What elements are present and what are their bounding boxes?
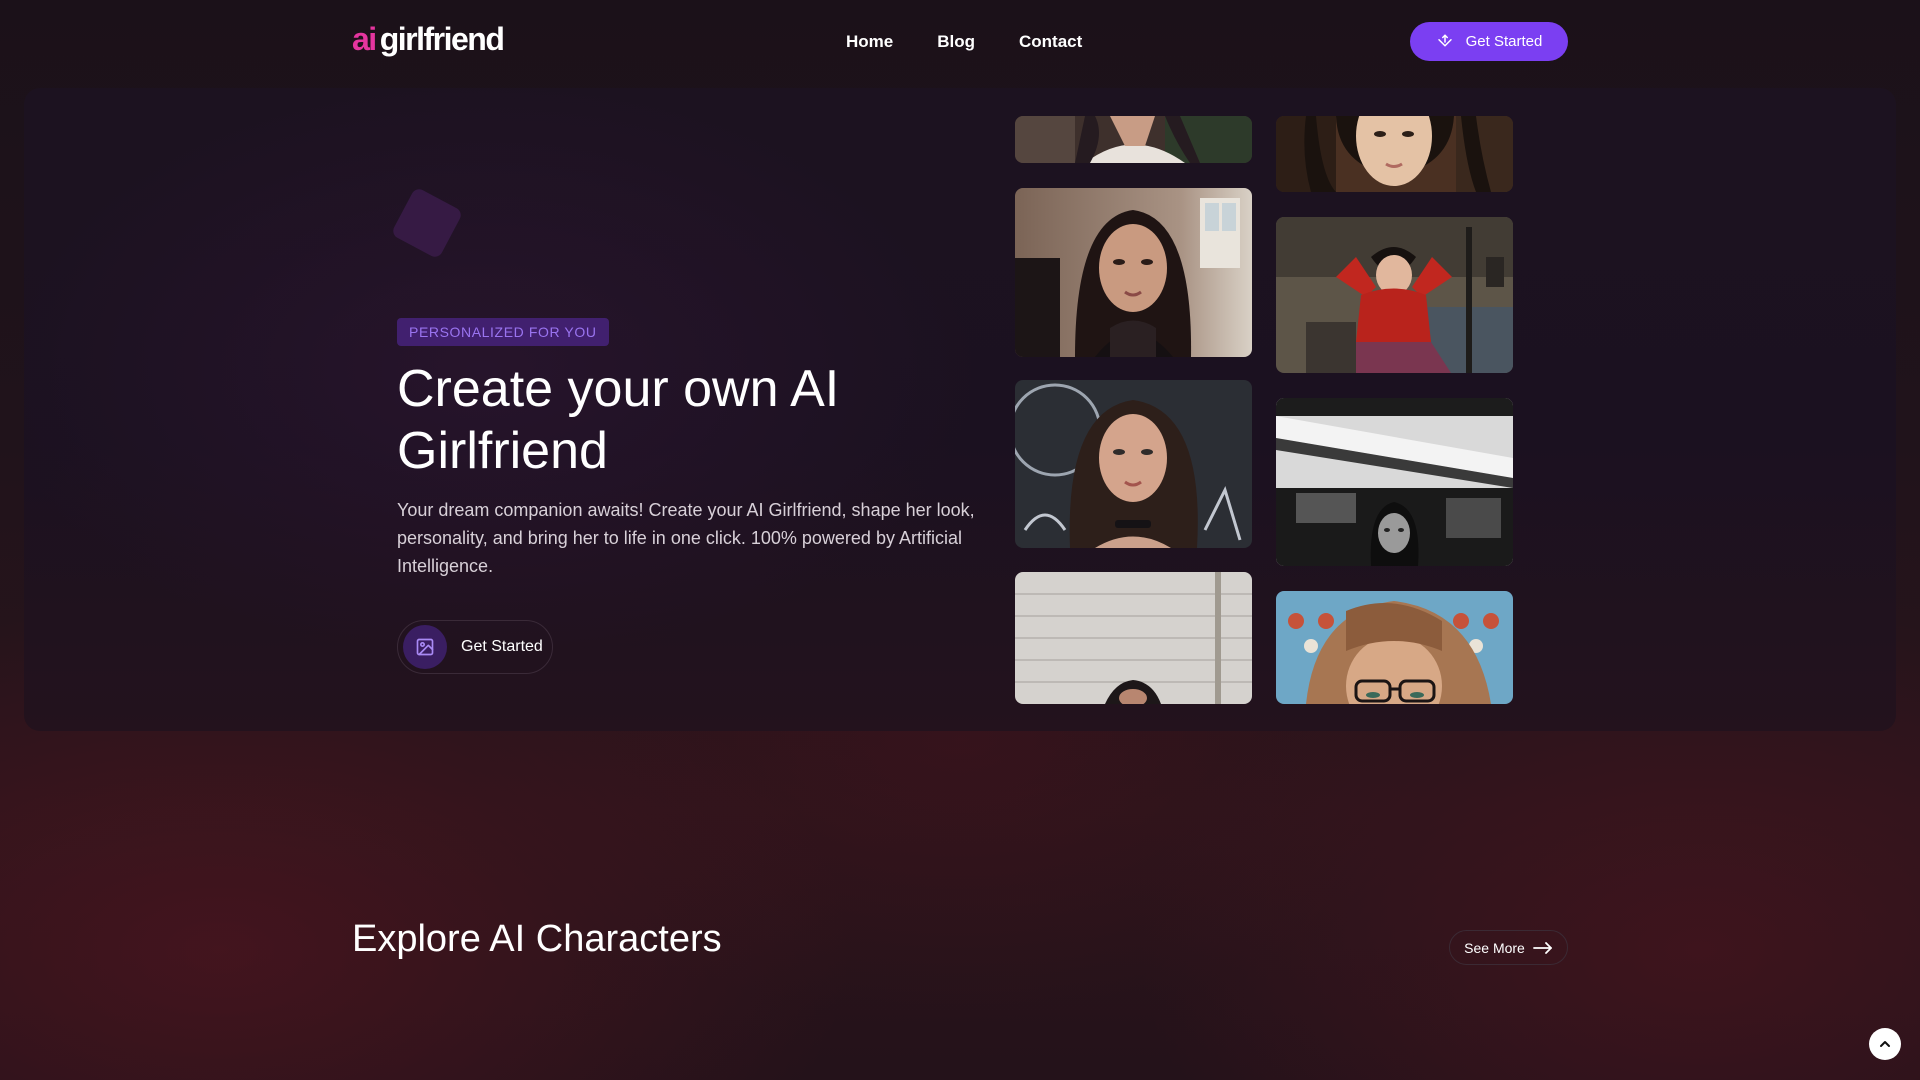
- hero-cta-icon-wrap: [403, 625, 447, 669]
- photo-woman-black-white[interactable]: [1276, 398, 1513, 566]
- photo-woman-neon-background[interactable]: [1015, 380, 1252, 548]
- nav-contact[interactable]: Contact: [1019, 32, 1082, 52]
- photo-woman-white-top[interactable]: [1015, 116, 1252, 163]
- arrow-right-icon: [1532, 941, 1552, 954]
- site-header: ai girlfriend Home Blog Contact Get Star…: [0, 0, 1920, 86]
- main-nav: Home Blog Contact: [846, 28, 1082, 56]
- explore-section-title: Explore AI Characters: [352, 918, 722, 960]
- image-icon: [416, 638, 434, 656]
- photo-woman-white-brick-wall[interactable]: [1015, 572, 1252, 704]
- hero-description: Your dream companion awaits! Create your…: [397, 500, 975, 576]
- photo-woman-glasses[interactable]: [1276, 591, 1513, 704]
- nav-blog[interactable]: Blog: [937, 32, 975, 52]
- photo-woman-dark-hair-lace[interactable]: [1015, 188, 1252, 357]
- header-get-started-button[interactable]: Get Started: [1410, 22, 1568, 61]
- diamond-arrow-icon: [1437, 34, 1452, 46]
- scroll-to-top-button[interactable]: [1869, 1028, 1901, 1060]
- photo-woman-red-jacket[interactable]: [1276, 217, 1513, 373]
- logo-name: girlfriend: [379, 21, 505, 57]
- site-logo[interactable]: ai girlfriend: [352, 20, 505, 58]
- photo-woman-restaurant[interactable]: [1276, 116, 1513, 192]
- see-more-button[interactable]: See More: [1449, 930, 1568, 965]
- chevron-up-icon: [1880, 1041, 1890, 1047]
- hero-get-started-label: Get Started: [461, 638, 543, 655]
- hero-badge: PERSONALIZED FOR YOU: [397, 318, 609, 346]
- hero-panel: PERSONALIZED FOR YOU Create your own AI …: [24, 88, 1896, 731]
- hero-get-started-button[interactable]: Get Started: [397, 620, 553, 674]
- header-get-started-label: Get Started: [1465, 33, 1543, 50]
- logo-prefix: ai: [352, 21, 377, 57]
- decorative-diamond: [390, 186, 464, 260]
- nav-home[interactable]: Home: [846, 32, 893, 52]
- see-more-label: See More: [1464, 939, 1525, 956]
- hero-title: Create your own AI Girlfriend: [397, 360, 840, 480]
